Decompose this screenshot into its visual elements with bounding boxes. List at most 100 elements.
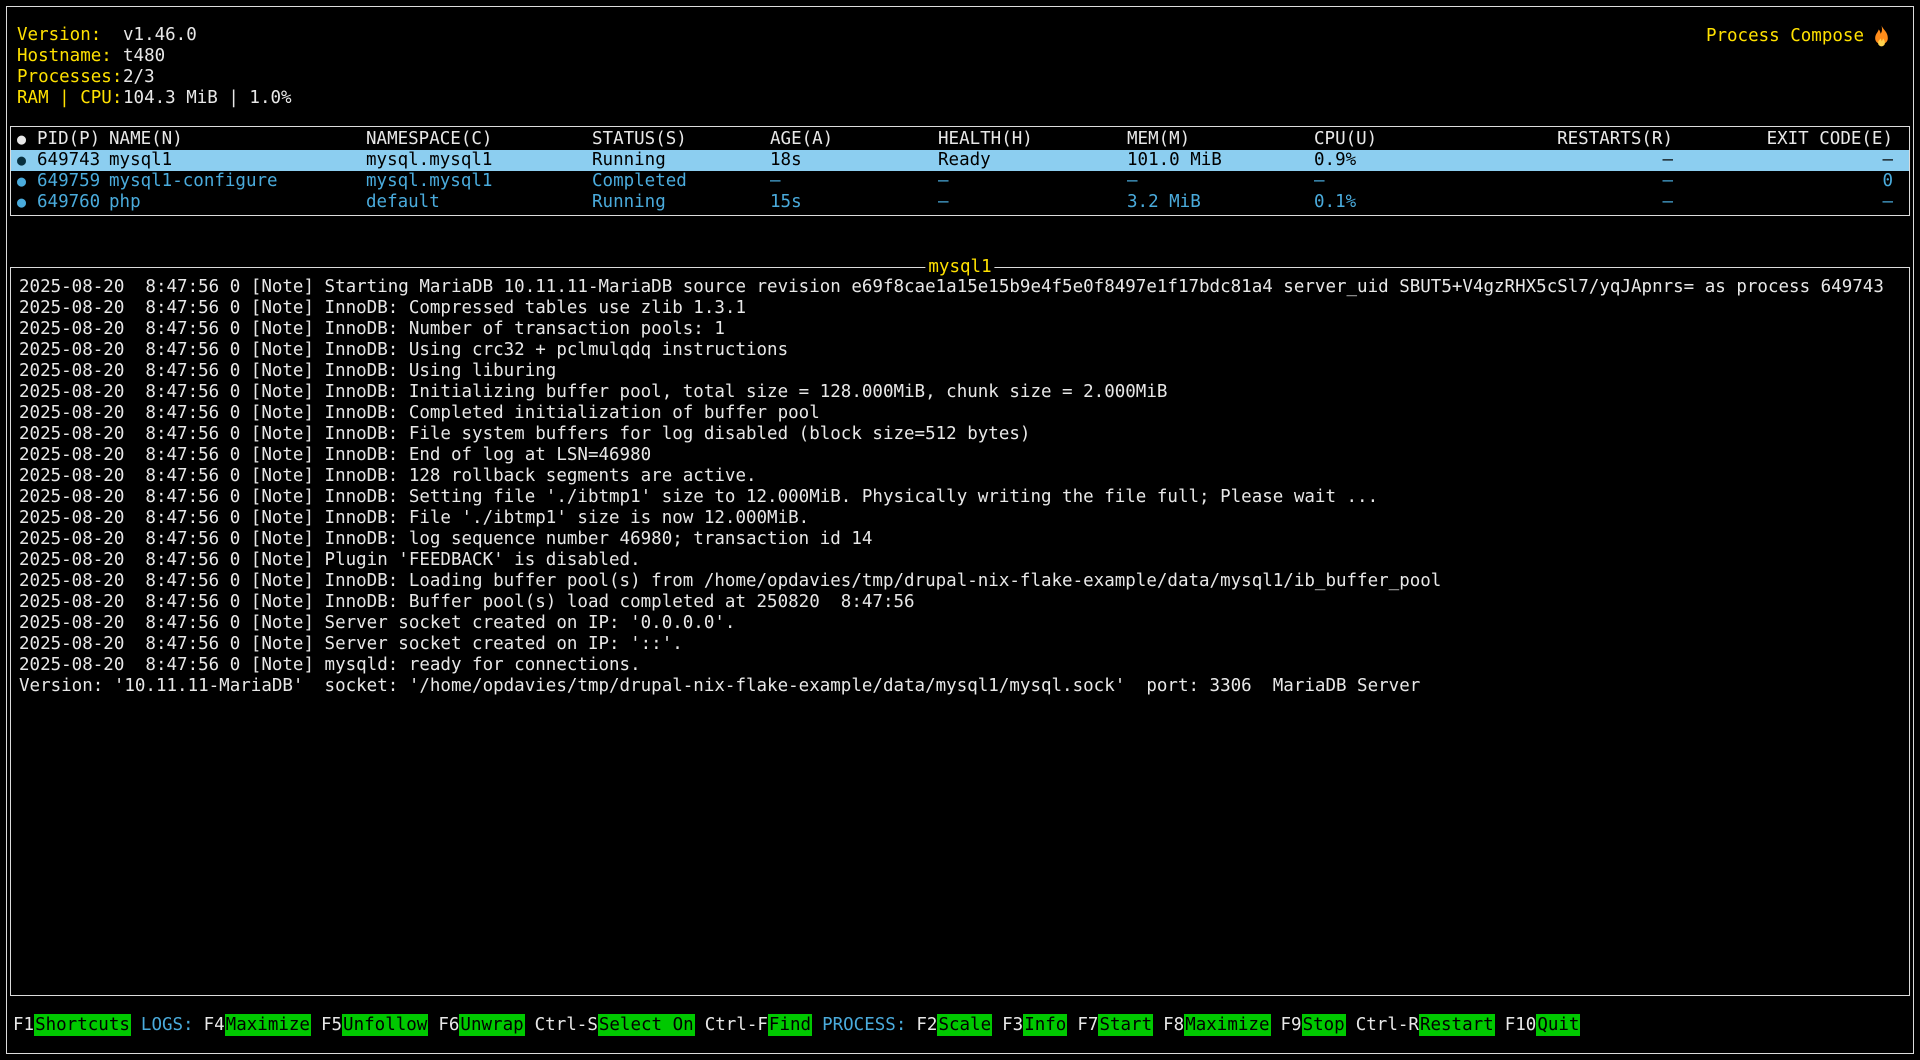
ram-cpu-label: RAM | CPU: (17, 88, 123, 109)
shortcut-key: F8 (1163, 1015, 1184, 1035)
log-line: 2025-08-20 8:47:56 0 [Note] InnoDB: Numb… (19, 319, 1901, 340)
process-namespace: mysql.mysql1 (366, 150, 592, 171)
version-label: Version: (17, 25, 123, 46)
log-line: 2025-08-20 8:47:56 0 [Note] InnoDB: File… (19, 508, 1901, 529)
shortcut-item: Ctrl-FFind (705, 1015, 812, 1035)
log-panel[interactable]: mysql1 2025-08-20 8:47:56 0 [Note] Start… (10, 267, 1910, 996)
shortcut-section-label: PROCESS: (822, 1015, 906, 1035)
shortcut-action[interactable]: Quit (1536, 1014, 1580, 1036)
hostname-value: t480 (123, 46, 165, 66)
log-line: 2025-08-20 8:47:56 0 [Note] InnoDB: Comp… (19, 403, 1901, 424)
process-age: – (770, 171, 938, 192)
process-status-dot: ● (11, 150, 37, 171)
shortcut-bar: F1ShortcutsLOGS:F4MaximizeF5UnfollowF6Un… (13, 1014, 1907, 1036)
log-line: 2025-08-20 8:47:56 0 [Note] InnoDB: 128 … (19, 466, 1901, 487)
shortcut-action[interactable]: Maximize (225, 1014, 311, 1036)
col-age[interactable]: AGE(A) (770, 129, 938, 150)
process-status: Running (592, 150, 770, 171)
shortcut-action[interactable]: Info (1023, 1014, 1067, 1036)
process-rows: ● 649743 mysql1 mysql.mysql1 Running 18s… (11, 150, 1909, 213)
process-cpu: – (1314, 171, 1503, 192)
shortcut-action[interactable]: Start (1098, 1014, 1153, 1036)
ram-cpu-line: RAM | CPU:104.3 MiB | 1.0% (17, 88, 292, 109)
col-exit-code[interactable]: EXIT CODE(E) (1673, 129, 1893, 150)
process-row[interactable]: ● 649743 mysql1 mysql.mysql1 Running 18s… (11, 150, 1909, 171)
shortcut-item: F9Stop (1281, 1015, 1346, 1035)
process-restarts: – (1503, 171, 1673, 192)
process-pid: 649760 (37, 192, 109, 213)
shortcut-action[interactable]: Unwrap (459, 1014, 524, 1036)
version-line: Version:v1.46.0 (17, 25, 292, 46)
log-line: 2025-08-20 8:47:56 0 [Note] InnoDB: Usin… (19, 340, 1901, 361)
shortcut-key: Ctrl-S (535, 1015, 598, 1035)
shortcut-item: F7Start (1077, 1015, 1153, 1035)
process-age: 15s (770, 192, 938, 213)
shortcut-item: F3Info (1002, 1015, 1067, 1035)
log-line: 2025-08-20 8:47:56 0 [Note] InnoDB: File… (19, 424, 1901, 445)
shortcut-action[interactable]: Maximize (1184, 1014, 1270, 1036)
shortcut-key: F3 (1002, 1015, 1023, 1035)
shortcut-key: F5 (321, 1015, 342, 1035)
log-line: 2025-08-20 8:47:56 0 [Note] Server socke… (19, 634, 1901, 655)
shortcut-key: Ctrl-R (1356, 1015, 1419, 1035)
shortcut-key: F1 (13, 1015, 34, 1035)
log-line: 2025-08-20 8:47:56 0 [Note] InnoDB: Usin… (19, 361, 1901, 382)
process-cpu: 0.1% (1314, 192, 1503, 213)
shortcut-key: F10 (1505, 1015, 1537, 1035)
col-health[interactable]: HEALTH(H) (938, 129, 1127, 150)
hostname-label: Hostname: (17, 46, 123, 67)
log-line: 2025-08-20 8:47:56 0 [Note] InnoDB: log … (19, 529, 1901, 550)
col-restarts[interactable]: RESTARTS(R) (1503, 129, 1673, 150)
col-mem[interactable]: MEM(M) (1127, 129, 1314, 150)
log-line: 2025-08-20 8:47:56 0 [Note] Plugin 'FEED… (19, 550, 1901, 571)
process-status: Completed (592, 171, 770, 192)
shortcut-item: F1Shortcuts (13, 1015, 131, 1035)
log-line: 2025-08-20 8:47:56 0 [Note] InnoDB: Buff… (19, 592, 1901, 613)
shortcut-item: F6Unwrap (438, 1015, 524, 1035)
col-status[interactable]: STATUS(S) (592, 129, 770, 150)
shortcut-action[interactable]: Find (768, 1014, 812, 1036)
shortcut-action[interactable]: Scale (937, 1014, 992, 1036)
processes-value: 2/3 (123, 67, 155, 87)
terminal-window: Version:v1.46.0 Hostname:t480 Processes:… (6, 6, 1914, 1054)
process-status-dot: ● (11, 171, 37, 192)
process-pid: 649759 (37, 171, 109, 192)
shortcut-action[interactable]: Unfollow (342, 1014, 428, 1036)
col-namespace[interactable]: NAMESPACE(C) (366, 129, 592, 150)
col-cpu[interactable]: CPU(U) (1314, 129, 1503, 150)
process-health: Ready (938, 150, 1127, 171)
shortcut-key: F6 (438, 1015, 459, 1035)
shortcut-action[interactable]: Shortcuts (34, 1014, 131, 1036)
process-mem: – (1127, 171, 1314, 192)
process-mem: 101.0 MiB (1127, 150, 1314, 171)
shortcut-item: F2Scale (916, 1015, 992, 1035)
process-row[interactable]: ● 649760 php default Running 15s – 3.2 M… (11, 192, 1909, 213)
shortcut-action[interactable]: Select On (598, 1014, 695, 1036)
shortcut-action[interactable]: Restart (1419, 1014, 1495, 1036)
process-name: php (109, 192, 366, 213)
shortcut-item: Ctrl-RRestart (1356, 1015, 1495, 1035)
process-age: 18s (770, 150, 938, 171)
shortcut-item: Ctrl-SSelect On (535, 1015, 695, 1035)
process-pid: 649743 (37, 150, 109, 171)
shortcut-key: F9 (1281, 1015, 1302, 1035)
process-cpu: 0.9% (1314, 150, 1503, 171)
ram-cpu-value: 104.3 MiB | 1.0% (123, 88, 292, 108)
col-name[interactable]: NAME(N) (109, 129, 366, 150)
col-pid[interactable]: PID(P) (37, 129, 109, 150)
shortcut-section-label: LOGS: (141, 1015, 194, 1035)
shortcut-item: F8Maximize (1163, 1015, 1270, 1035)
log-panel-title: mysql1 (925, 257, 994, 277)
process-row[interactable]: ● 649759 mysql1-configure mysql.mysql1 C… (11, 171, 1909, 192)
hostname-line: Hostname:t480 (17, 46, 292, 67)
process-health: – (938, 171, 1127, 192)
shortcut-item: F5Unfollow (321, 1015, 428, 1035)
shortcut-action[interactable]: Stop (1302, 1014, 1346, 1036)
process-table: ● PID(P) NAME(N) NAMESPACE(C) STATUS(S) … (10, 126, 1910, 216)
process-status: Running (592, 192, 770, 213)
process-mem: 3.2 MiB (1127, 192, 1314, 213)
processes-line: Processes:2/3 (17, 67, 292, 88)
app-header: Version:v1.46.0 Hostname:t480 Processes:… (17, 25, 292, 109)
process-exit-code: 0 (1673, 171, 1893, 192)
shortcut-key: F4 (204, 1015, 225, 1035)
